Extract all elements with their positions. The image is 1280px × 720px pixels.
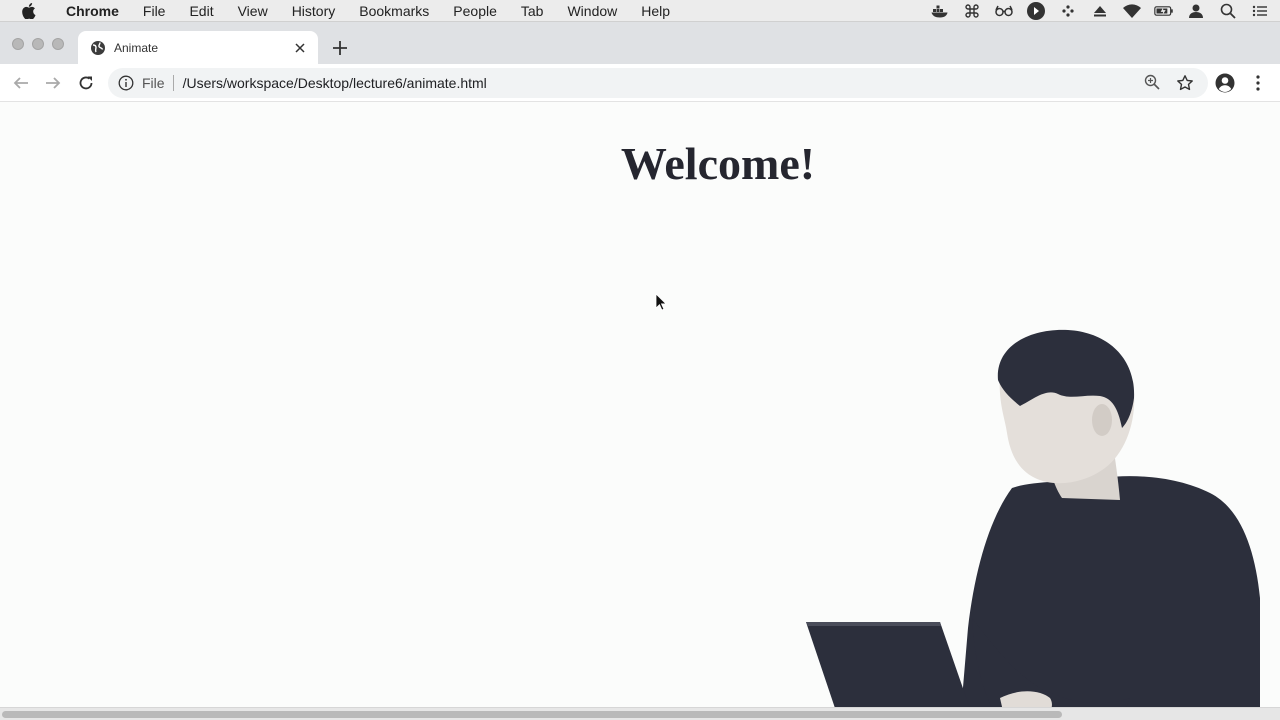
reload-button[interactable] xyxy=(76,73,96,93)
mouse-cursor-icon xyxy=(655,293,667,311)
close-tab-icon[interactable] xyxy=(292,40,308,56)
glasses-icon[interactable] xyxy=(994,2,1014,20)
menu-bar-status-area xyxy=(930,0,1270,22)
info-icon[interactable] xyxy=(118,75,134,91)
profile-avatar-icon[interactable] xyxy=(1215,73,1235,93)
zoom-icon[interactable] xyxy=(1144,74,1162,92)
menu-tab[interactable]: Tab xyxy=(509,0,556,22)
horizontal-scrollbar[interactable] xyxy=(0,707,1280,720)
command-icon[interactable] xyxy=(962,2,982,20)
wifi-icon[interactable] xyxy=(1122,2,1142,20)
screen: Chrome File Edit View History Bookmarks … xyxy=(0,0,1280,720)
back-button[interactable] xyxy=(11,73,31,93)
scrollbar-thumb[interactable] xyxy=(2,711,1062,718)
presenter-video-overlay xyxy=(806,329,1260,720)
list-icon[interactable] xyxy=(1250,2,1270,20)
tab-animate[interactable]: Animate xyxy=(78,31,318,64)
dots-grid-icon[interactable] xyxy=(1058,2,1078,20)
menu-window[interactable]: Window xyxy=(555,0,629,22)
play-circle-icon[interactable] xyxy=(1026,2,1046,20)
globe-icon xyxy=(90,40,106,56)
tab-title: Animate xyxy=(114,40,159,55)
eject-icon[interactable] xyxy=(1090,2,1110,20)
chrome-menu-icon[interactable] xyxy=(1248,73,1268,93)
menu-history[interactable]: History xyxy=(280,0,348,22)
docker-icon[interactable] xyxy=(930,2,950,20)
close-window-button[interactable] xyxy=(12,38,24,50)
page-heading: Welcome! xyxy=(620,138,816,189)
menu-file[interactable]: File xyxy=(131,0,178,22)
window-controls xyxy=(12,38,64,50)
macos-menu-bar: Chrome File Edit View History Bookmarks … xyxy=(0,0,1280,22)
bookmark-star-icon[interactable] xyxy=(1176,74,1194,92)
menu-help[interactable]: Help xyxy=(629,0,682,22)
browser-toolbar: File /Users/workspace/Desktop/lecture6/a… xyxy=(0,64,1280,102)
browser-tab-strip: Animate xyxy=(0,22,1280,64)
apple-menu-icon[interactable] xyxy=(20,2,38,20)
page-viewport: Welcome! xyxy=(0,103,1280,720)
menu-app-chrome[interactable]: Chrome xyxy=(54,0,131,22)
fullscreen-window-button[interactable] xyxy=(52,38,64,50)
user-icon[interactable] xyxy=(1186,2,1206,20)
new-tab-button[interactable] xyxy=(330,38,350,58)
minimize-window-button[interactable] xyxy=(32,38,44,50)
menu-view[interactable]: View xyxy=(226,0,280,22)
menu-bookmarks[interactable]: Bookmarks xyxy=(347,0,441,22)
menu-people[interactable]: People xyxy=(441,0,509,22)
omnibox-divider xyxy=(172,75,174,91)
forward-button[interactable] xyxy=(43,73,63,93)
spotlight-search-icon[interactable] xyxy=(1218,2,1238,20)
battery-icon[interactable] xyxy=(1154,2,1174,20)
menu-edit[interactable]: Edit xyxy=(177,0,225,22)
url-scheme-label: File xyxy=(142,75,165,91)
address-bar[interactable]: File /Users/workspace/Desktop/lecture6/a… xyxy=(108,68,1208,98)
url-text[interactable]: /Users/workspace/Desktop/lecture6/animat… xyxy=(183,75,487,91)
